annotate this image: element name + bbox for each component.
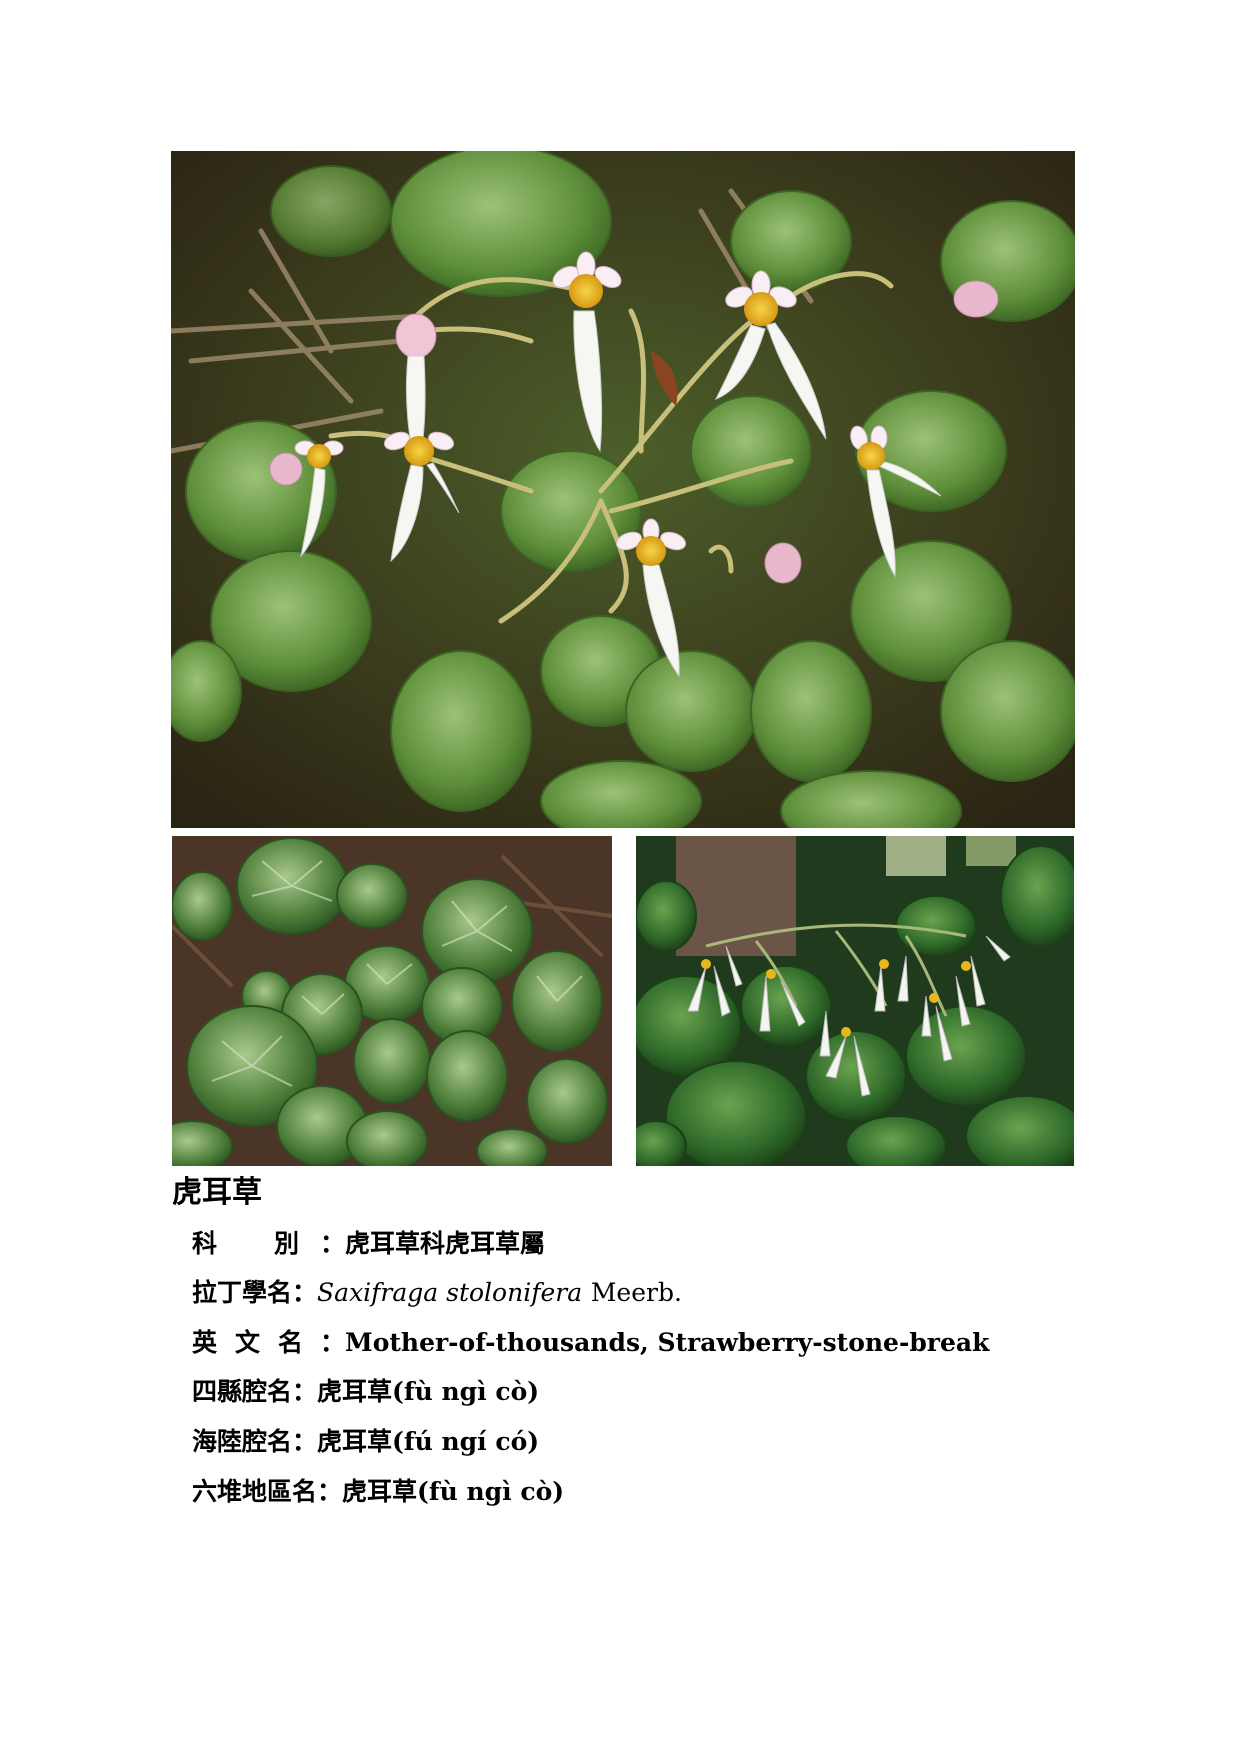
sixian-romanization: (fù ngì cò) <box>392 1377 540 1406</box>
sixian-name-row: 四縣腔名：虎耳草(fù ngì cò) <box>192 1374 539 1410</box>
family-label: 科別 <box>192 1226 320 1262</box>
liudui-value: 虎耳草 <box>342 1477 418 1506</box>
english-label: 英文名 <box>192 1325 320 1361</box>
family-label-a: 科 <box>192 1229 218 1258</box>
hailu-name-row: 海陸腔名：虎耳草(fú ngí có) <box>192 1424 539 1460</box>
hailu-separator: ： <box>292 1427 318 1456</box>
leaves-photo <box>172 836 612 1166</box>
sixian-value: 虎耳草 <box>317 1377 393 1406</box>
latin-label: 拉丁學名 <box>192 1278 293 1307</box>
liudui-name-row: 六堆地區名：虎耳草(fù ngì cò) <box>192 1474 564 1510</box>
hailu-romanization: (fú ngí có) <box>392 1427 540 1456</box>
english-label-char: 英 <box>192 1328 218 1357</box>
latin-binomial: Saxifraga stolonifera <box>317 1278 583 1307</box>
liudui-separator: ： <box>317 1477 343 1506</box>
latin-separator: ： <box>292 1278 318 1307</box>
sixian-separator: ： <box>292 1377 318 1406</box>
family-value: 虎耳草科虎耳草屬 <box>345 1229 546 1258</box>
liudui-romanization: (fù ngì cò) <box>417 1477 565 1506</box>
latin-author: Meerb. <box>590 1278 682 1307</box>
plant-title: 虎耳草 <box>172 1175 262 1210</box>
english-value: Mother-of-thousands, Strawberry-stone-br… <box>345 1328 990 1357</box>
latin-name-row: 拉丁學名：Saxifraga stolonifera Meerb. <box>192 1275 682 1311</box>
sixian-label: 四縣腔名 <box>192 1377 293 1406</box>
hanging-flowers-photo <box>636 836 1074 1166</box>
english-separator: ： <box>320 1328 346 1357</box>
liudui-label: 六堆地區名 <box>192 1477 318 1506</box>
english-name-row: 英文名：Mother-of-thousands, Strawberry-ston… <box>192 1325 989 1361</box>
family-separator: ： <box>320 1229 346 1258</box>
family-label-b: 別 <box>274 1229 300 1258</box>
hailu-label: 海陸腔名 <box>192 1427 293 1456</box>
english-label-char: 文 <box>235 1328 261 1357</box>
flower-photo <box>171 151 1075 828</box>
english-label-char: 名 <box>278 1328 304 1357</box>
hailu-value: 虎耳草 <box>317 1427 393 1456</box>
family-row: 科別：虎耳草科虎耳草屬 <box>192 1226 545 1262</box>
